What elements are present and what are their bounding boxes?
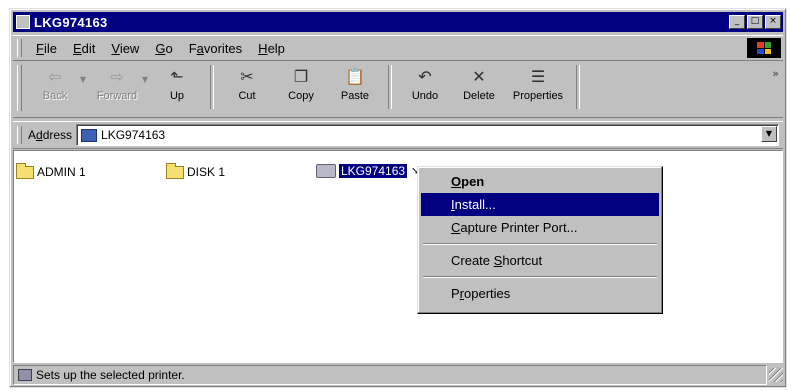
address-bar: Address LKG974163 ▼ (13, 121, 783, 149)
explorer-window: LKG974163 _ □ × File Edit View Go Favori… (9, 8, 787, 388)
ctx-create-shortcut[interactable]: Create Shortcut (421, 249, 659, 272)
forward-arrow-icon: ⇨ (110, 66, 124, 86)
copy-button[interactable]: ❐ Copy (274, 61, 328, 113)
cut-button[interactable]: ✂ Cut (220, 61, 274, 113)
menu-separator (423, 243, 657, 245)
status-pane: Sets up the selected printer. (13, 365, 767, 385)
menu-bar: File Edit View Go Favorites Help (13, 35, 783, 61)
delete-x-icon: ✕ (472, 66, 486, 86)
toolbar-separator (576, 65, 580, 109)
window-icon[interactable] (16, 15, 30, 29)
title-bar[interactable]: LKG974163 _ □ × (13, 12, 783, 32)
forward-button[interactable]: ⇨ Forward ▼ (90, 61, 148, 113)
maximize-button[interactable]: □ (747, 15, 763, 29)
menu-file[interactable]: File (28, 41, 65, 56)
item-label: LKG974163 (339, 164, 408, 178)
toolbar-separator (210, 65, 214, 109)
delete-button[interactable]: ✕ Delete (452, 61, 506, 113)
scissors-icon: ✂ (240, 66, 254, 86)
item-label: ADMIN 1 (37, 165, 86, 179)
toolbar: ⇦ Back ▼ ⇨ Forward ▼ ⬑ Up ✂ Cut ❐ Copy 📋… (13, 61, 783, 118)
properties-button[interactable]: ☰ Properties (506, 61, 570, 113)
folder-item[interactable]: DISK 1 (166, 162, 226, 179)
file-view[interactable]: ADMIN 1 DISK 1 LKG974163 ➘ (13, 150, 783, 363)
ctx-install[interactable]: Install... (421, 193, 659, 216)
window-controls: _ □ × (729, 15, 781, 29)
toolbar-grip[interactable] (17, 65, 22, 111)
up-folder-icon: ⬑ (170, 66, 184, 86)
status-text: Sets up the selected printer. (36, 368, 185, 382)
printer-item[interactable]: LKG974163 ➘ (316, 164, 419, 178)
folder-item[interactable]: ADMIN 1 (16, 162, 86, 179)
toolbar-separator (388, 65, 392, 109)
copy-icon: ❐ (293, 66, 309, 86)
close-button[interactable]: × (765, 15, 781, 29)
menu-favorites[interactable]: Favorites (181, 41, 250, 56)
forward-dropdown-icon[interactable]: ▼ (142, 75, 148, 84)
windows-logo-icon (747, 38, 781, 58)
addressbar-grip[interactable] (17, 126, 22, 144)
menu-help[interactable]: Help (250, 41, 293, 56)
context-menu: Open Install... Capture Printer Port... … (417, 166, 663, 314)
ctx-properties[interactable]: Properties (421, 282, 659, 305)
back-dropdown-icon[interactable]: ▼ (80, 75, 86, 84)
ctx-capture-printer-port[interactable]: Capture Printer Port... (421, 216, 659, 239)
window-title: LKG974163 (34, 14, 108, 30)
paste-button[interactable]: 📋 Paste (328, 61, 382, 113)
undo-icon: ↶ (418, 66, 432, 86)
menu-view[interactable]: View (103, 41, 147, 56)
menubar-grip[interactable] (17, 39, 22, 57)
up-button[interactable]: ⬑ Up (150, 61, 204, 113)
printer-icon (316, 164, 336, 178)
ctx-open[interactable]: Open (421, 170, 659, 193)
address-dropdown-icon[interactable]: ▼ (761, 126, 777, 142)
minimize-button[interactable]: _ (729, 15, 745, 29)
address-input[interactable]: LKG974163 ▼ (76, 124, 779, 146)
properties-icon: ☰ (530, 66, 546, 86)
folder-icon (16, 162, 34, 179)
network-printer-icon (81, 128, 98, 142)
menu-separator (423, 276, 657, 278)
undo-button[interactable]: ↶ Undo (398, 61, 452, 113)
resize-grip-icon[interactable] (769, 368, 783, 382)
clipboard-icon: 📋 (345, 66, 365, 86)
menu-go[interactable]: Go (147, 41, 180, 56)
status-printer-icon (18, 369, 32, 381)
folder-icon (166, 162, 184, 179)
back-button[interactable]: ⇦ Back ▼ (28, 61, 86, 113)
address-value: LKG974163 (101, 128, 166, 142)
status-bar: Sets up the selected printer. (13, 365, 783, 385)
item-label: DISK 1 (187, 165, 226, 179)
toolbar-overflow-icon[interactable]: » (772, 67, 779, 80)
menu-edit[interactable]: Edit (65, 41, 103, 56)
back-arrow-icon: ⇦ (48, 66, 62, 86)
address-label: Address (28, 128, 73, 142)
